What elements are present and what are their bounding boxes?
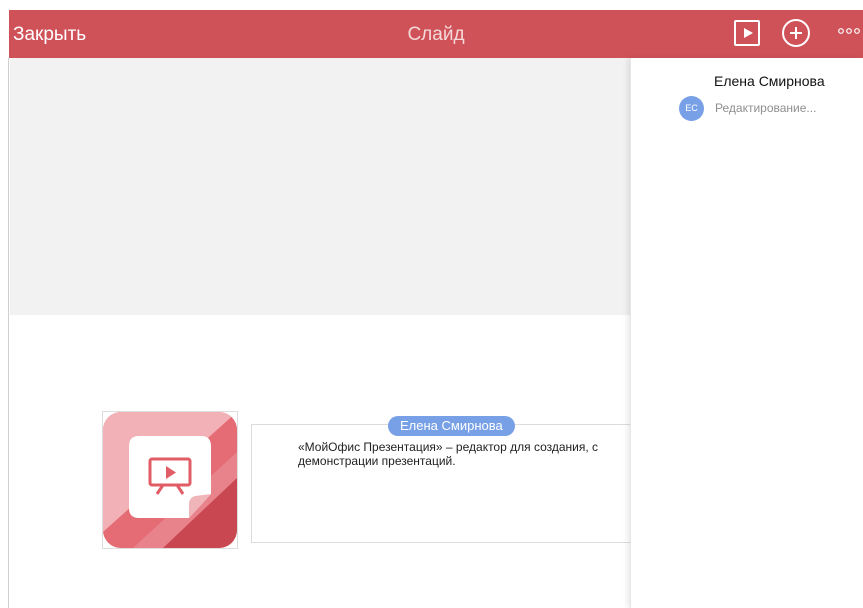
document-edge xyxy=(0,58,9,608)
toolbar-background: Закрыть Слайд xyxy=(9,10,863,58)
slide-text-line: «МойОфис Презентация» – редактор для соз… xyxy=(298,440,599,454)
slide-text: «МойОфис Презентация» – редактор для соз… xyxy=(298,440,630,468)
collaborator-item[interactable]: ЕС Редактирование... xyxy=(679,96,859,122)
slide-text-box[interactable]: «МойОфис Презентация» – редактор для соз… xyxy=(251,424,630,543)
collaborator-cursor-badge: Елена Смирнова xyxy=(388,416,515,436)
more-button[interactable] xyxy=(838,22,863,42)
slide-text-line: демонстрации презентаций. xyxy=(298,454,456,468)
collaborator-name: Елена Смирнова xyxy=(714,73,825,89)
collaborators-panel: Елена Смирнова ЕС Редактирование... xyxy=(630,58,863,608)
more-dots-icon xyxy=(838,28,860,34)
plus-circle-icon xyxy=(790,27,802,39)
avatar: ЕС xyxy=(679,96,704,121)
presentation-app-logo xyxy=(103,412,237,548)
collaborator-status: Редактирование... xyxy=(715,101,817,115)
top-toolbar: Закрыть Слайд xyxy=(0,0,863,58)
app-logo-image[interactable] xyxy=(102,411,238,549)
slide-header-area[interactable] xyxy=(10,58,630,315)
play-button[interactable] xyxy=(734,20,760,46)
add-slide-button[interactable] xyxy=(782,19,810,47)
play-icon xyxy=(744,28,753,38)
